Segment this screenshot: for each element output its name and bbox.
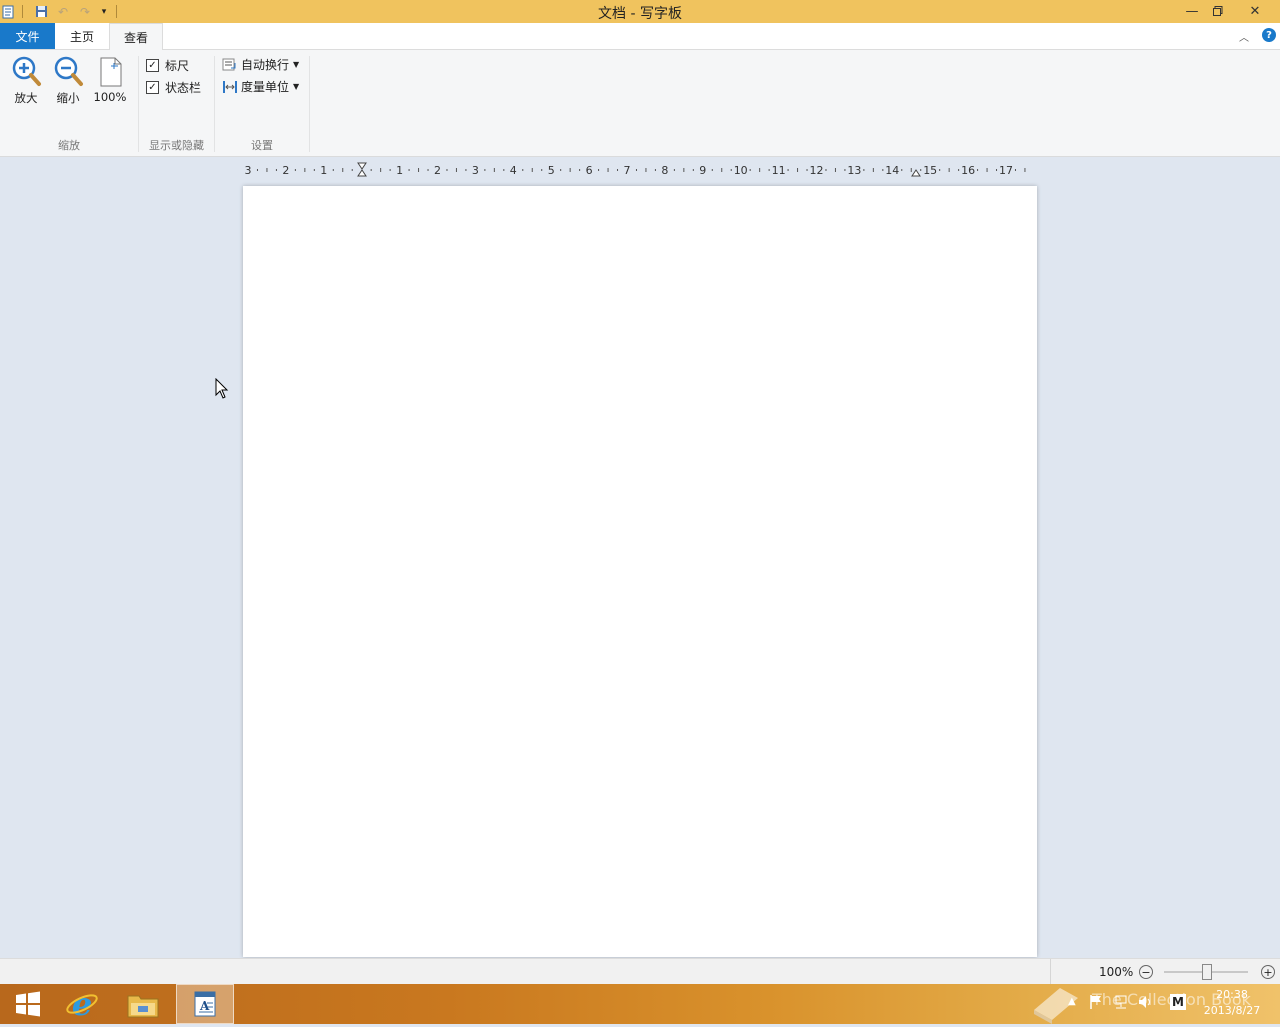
ribbon-view: 放大 缩小 100% 缩放 ✓ 标尺 ✓ 状态栏 显示或隐藏 自动换行 ▼ 度量… xyxy=(0,50,1280,157)
statusbar-checkbox-label: 状态栏 xyxy=(165,81,202,95)
input-method-icon[interactable]: M xyxy=(1170,994,1186,1010)
ruler-label: 16 xyxy=(961,164,975,177)
ruler-label: 11 xyxy=(772,164,786,177)
zoom-in-icon[interactable]: + xyxy=(1261,965,1275,979)
ruler-label: 2 xyxy=(434,164,441,177)
show-hide-group-label: 显示或隐藏 xyxy=(149,139,204,152)
status-bar: 100% − + xyxy=(0,958,1280,985)
tab-view[interactable]: 查看 xyxy=(109,23,163,50)
ribbon-tab-bar: 文件 主页 查看 ︿ ? xyxy=(0,23,1280,50)
svg-text:A: A xyxy=(199,999,210,1013)
zoom-percentage: 100% xyxy=(1099,965,1134,979)
title-bar: 文档 - 写字板 ↶ ↷ ▾ — ✕ xyxy=(0,0,1280,23)
taskbar: e A The Collection Book ▲ M 20:38 2013/8… xyxy=(0,984,1280,1024)
ruler-checkbox[interactable]: ✓ 标尺 xyxy=(146,57,189,74)
statusbar-check-icon: ✓ xyxy=(146,81,159,94)
volume-icon[interactable] xyxy=(1137,994,1153,1013)
restore-button[interactable] xyxy=(1203,0,1233,22)
network-icon[interactable] xyxy=(1113,994,1129,1013)
qa-divider xyxy=(116,5,117,18)
redo-icon[interactable]: ↷ xyxy=(77,4,93,19)
zoom-out-button[interactable]: 缩小 xyxy=(48,54,88,110)
ruler-label: 1 xyxy=(396,164,403,177)
group-divider xyxy=(309,56,310,152)
zoom-out-icon xyxy=(54,56,83,86)
ruler-label: 8 xyxy=(661,164,668,177)
zoom-100-label: 100% xyxy=(93,90,127,104)
page-icon xyxy=(100,57,122,87)
ruler-label: 12 xyxy=(810,164,824,177)
zoom-100-button[interactable]: 100% xyxy=(90,54,130,110)
left-indent-marker[interactable] xyxy=(357,162,367,177)
tab-file[interactable]: 文件 xyxy=(0,23,55,49)
ruler[interactable]: 3 2 1 1 2 3 4 5 6 7 8 9 10 11 12 13 14 15 16 17 xyxy=(243,162,1038,178)
undo-icon[interactable]: ↶ xyxy=(55,4,71,19)
customize-qa-icon[interactable]: ▾ xyxy=(96,4,112,19)
chevron-down-icon: ▼ xyxy=(293,82,300,91)
ruler-label: 14 xyxy=(885,164,899,177)
window-title: 文档 - 写字板 xyxy=(598,6,682,22)
ruler-label: 3 xyxy=(472,164,479,177)
word-wrap-dropdown[interactable]: 自动换行 ▼ xyxy=(222,56,299,73)
word-wrap-icon xyxy=(222,58,236,70)
zoom-in-label: 放大 xyxy=(14,91,38,105)
clock-date: 2013/8/27 xyxy=(1203,1004,1261,1017)
windows-logo-icon xyxy=(16,991,40,1017)
document-page[interactable] xyxy=(243,186,1037,957)
zoom-out-label: 缩小 xyxy=(56,91,80,105)
show-hidden-icons-icon[interactable]: ▲ xyxy=(1068,996,1076,1007)
internet-explorer-icon: e xyxy=(66,987,98,1021)
file-explorer-button[interactable] xyxy=(115,984,171,1024)
zoom-out-icon[interactable]: − xyxy=(1139,965,1153,979)
wordpad-taskbar-button[interactable]: A xyxy=(176,984,234,1024)
internet-explorer-button[interactable]: e xyxy=(54,984,110,1024)
qa-divider xyxy=(22,5,23,18)
ruler-label: 9 xyxy=(699,164,706,177)
save-icon[interactable] xyxy=(33,4,49,19)
ruler-label: 1 xyxy=(320,164,327,177)
tab-home[interactable]: 主页 xyxy=(56,23,108,49)
ruler-label: 2 xyxy=(282,164,289,177)
measure-unit-icon xyxy=(223,80,237,93)
zoom-in-icon xyxy=(12,56,41,86)
ruler-label: 5 xyxy=(548,164,555,177)
measure-unit-label: 度量单位 xyxy=(241,80,290,94)
start-button[interactable] xyxy=(0,984,56,1024)
folder-icon xyxy=(127,995,159,1018)
svg-text:e: e xyxy=(72,987,92,1021)
word-wrap-label: 自动换行 xyxy=(241,58,290,72)
ruler-label: 13 xyxy=(847,164,861,177)
clock-time: 20:38 xyxy=(1216,988,1248,1001)
measure-unit-dropdown[interactable]: 度量单位 ▼ xyxy=(222,78,299,95)
mouse-cursor-icon xyxy=(215,377,229,403)
ruler-label: 15 xyxy=(923,164,937,177)
zoom-group-label: 缩放 xyxy=(58,139,80,152)
ruler-checkbox-label: 标尺 xyxy=(165,59,190,73)
ruler-check-icon: ✓ xyxy=(146,59,159,72)
ruler-label: 7 xyxy=(624,164,631,177)
ruler-label: 10 xyxy=(734,164,748,177)
ruler-label: 6 xyxy=(586,164,593,177)
action-center-flag-icon[interactable] xyxy=(1089,994,1103,1013)
zoom-slider-thumb[interactable] xyxy=(1202,964,1212,980)
settings-group-label: 设置 xyxy=(251,139,273,152)
ruler-label: 3 xyxy=(245,164,252,177)
wordpad-icon: A xyxy=(194,991,216,1017)
close-button[interactable]: ✕ xyxy=(1240,0,1270,22)
clock[interactable]: 20:38 2013/8/27 xyxy=(1196,987,1268,1019)
ruler-label: 17 xyxy=(999,164,1013,177)
status-divider xyxy=(1050,959,1051,985)
help-icon[interactable]: ? xyxy=(1262,28,1276,42)
right-indent-marker[interactable] xyxy=(911,169,921,177)
statusbar-checkbox[interactable]: ✓ 状态栏 xyxy=(146,79,201,96)
chevron-down-icon: ▼ xyxy=(293,60,300,69)
zoom-in-button[interactable]: 放大 xyxy=(6,54,46,110)
ruler-label: 4 xyxy=(510,164,517,177)
collapse-ribbon-icon[interactable]: ︿ xyxy=(1239,29,1249,44)
wordpad-app-icon[interactable] xyxy=(0,4,16,19)
